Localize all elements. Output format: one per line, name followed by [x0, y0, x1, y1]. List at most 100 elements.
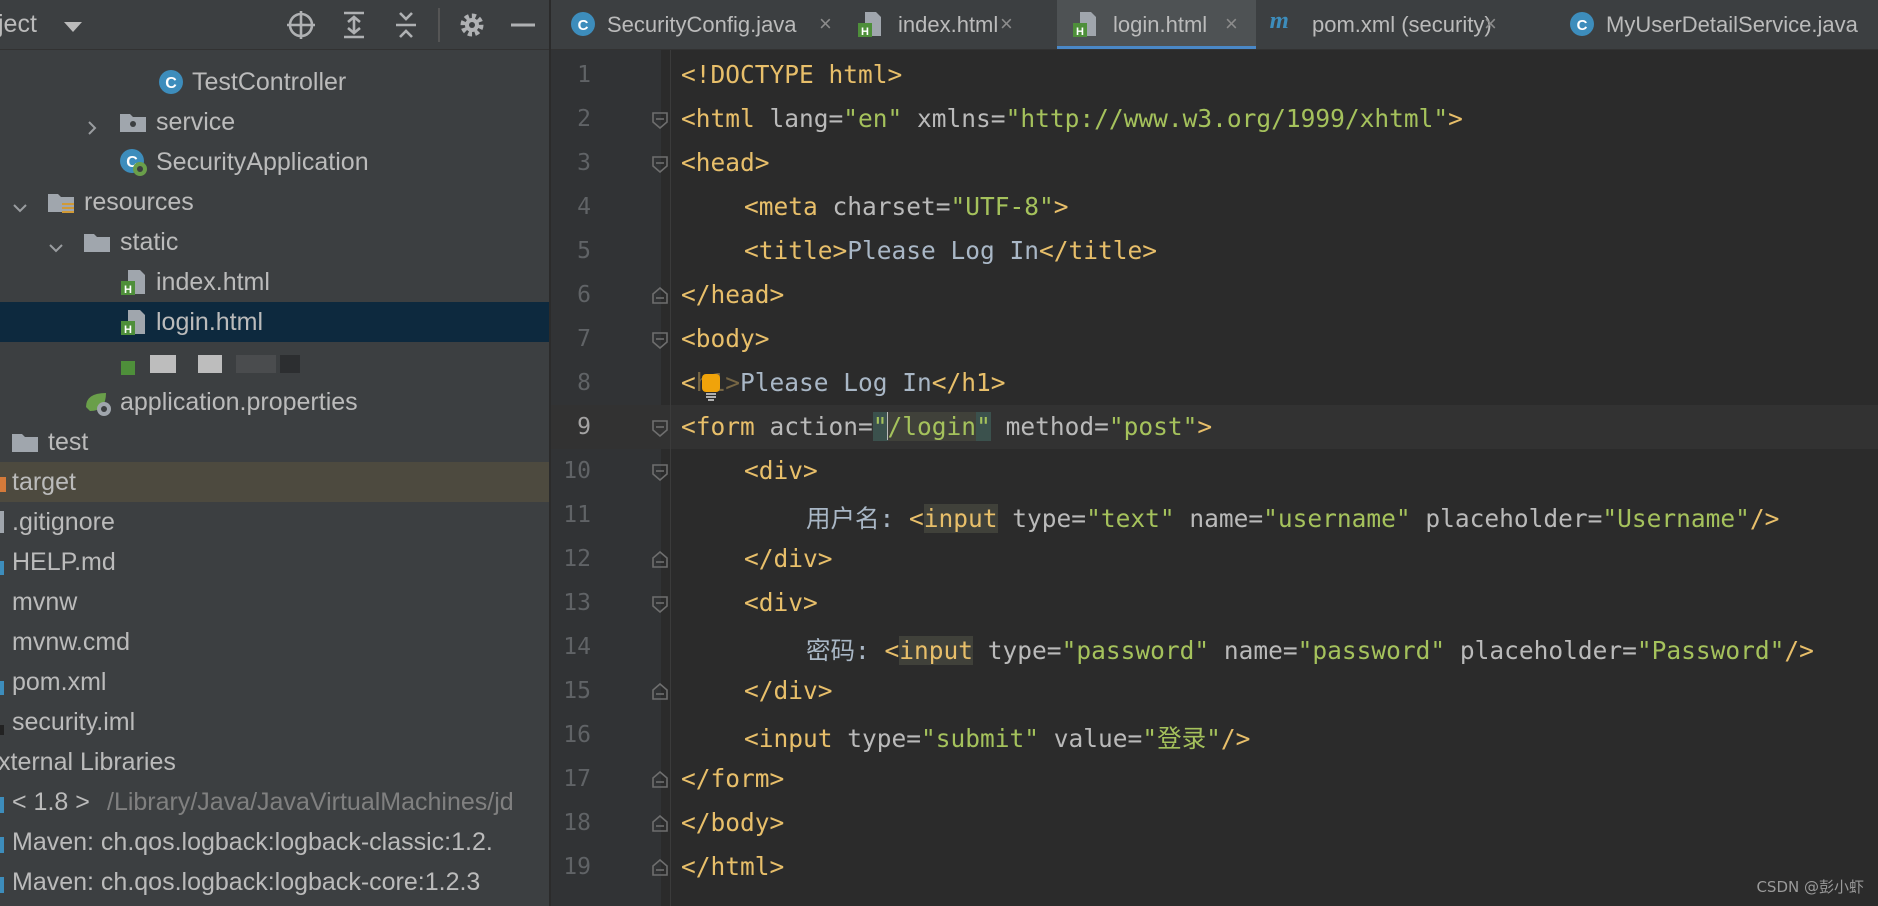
gear-icon[interactable] [456, 9, 488, 41]
code-line-11[interactable]: 用户名: <input type="text" name="username" … [806, 500, 1779, 535]
tree-item-mvnw[interactable]: mvnw [0, 582, 549, 622]
chevron-down-icon[interactable] [64, 22, 82, 32]
tree-item-gitignore[interactable]: .gitignore [0, 502, 549, 542]
resources-folder-icon [46, 187, 76, 217]
tag-name: input [923, 504, 998, 533]
fold-close-icon[interactable] [651, 550, 669, 569]
package-folder-icon [118, 107, 148, 137]
code-line-16[interactable]: <input type="submit" value="登录"/> [744, 720, 1250, 755]
redacted-text [236, 355, 276, 373]
code-line-10[interactable]: <div> [744, 456, 818, 485]
tree-item-securityapplication[interactable]: C SecurityApplication [0, 142, 549, 182]
tree-item-label: pom.xml [12, 668, 107, 696]
tree-item-label: Maven: ch.qos.logback:logback-core:1.2.3 [12, 868, 481, 896]
tag: </form> [681, 764, 785, 793]
tree-item-login-html[interactable]: H login.html [0, 302, 549, 342]
fold-close-icon[interactable] [651, 682, 669, 701]
code-line-3[interactable]: <head> [681, 148, 770, 177]
tree-item-logback-core[interactable]: Maven: ch.qos.logback:logback-core:1.2.3 [0, 862, 549, 902]
tree-item-redacted[interactable] [0, 342, 549, 382]
attr-name: lang= [754, 104, 844, 133]
tree-item-label: HELP.md [12, 548, 116, 576]
close-icon[interactable]: × [1484, 11, 1497, 37]
fold-open-icon[interactable] [651, 331, 669, 350]
tree-item-service[interactable]: service [0, 102, 549, 142]
code-line-15[interactable]: </div> [744, 676, 833, 705]
tree-item-mvnw-cmd[interactable]: mvnw.cmd [0, 622, 549, 662]
close-icon[interactable]: × [1225, 11, 1238, 37]
tree-item-logback-classic[interactable]: Maven: ch.qos.logback:logback-classic:1.… [0, 822, 549, 862]
doctype-decl: <!DOCTYPE html> [681, 60, 903, 89]
tree-item-resources[interactable]: resources [0, 182, 549, 222]
fold-open-icon[interactable] [651, 111, 669, 130]
code-line-8[interactable]: <h1>Please Log In</h1> [681, 368, 1006, 397]
tree-item-test[interactable]: test [0, 422, 549, 462]
code-line-14[interactable]: 密码: <input type="password" name="passwor… [806, 632, 1814, 667]
tree-item-static[interactable]: static [0, 222, 549, 262]
tag-close: /> [1220, 724, 1251, 753]
code-line-6[interactable]: </head> [681, 280, 784, 309]
tab-index-html[interactable]: H index.html × [842, 0, 1022, 49]
folder-icon [10, 427, 40, 457]
tree-item-security-iml[interactable]: security.iml [0, 702, 549, 742]
collapse-all-icon[interactable] [390, 9, 422, 41]
lightbulb-icon[interactable] [699, 372, 723, 402]
tab-securityconfig-java[interactable]: C SecurityConfig.java × [551, 0, 842, 49]
tree-item-testcontroller[interactable]: C TestController [0, 62, 549, 102]
tree-item-label: login.html [156, 308, 263, 336]
fold-close-icon[interactable] [651, 858, 669, 877]
code-line-7[interactable]: <body> [681, 324, 770, 353]
chevron-down-icon[interactable] [48, 234, 64, 253]
close-icon[interactable]: × [1000, 11, 1013, 37]
tab-pom-xml[interactable]: m pom.xml (security) × [1256, 0, 1506, 49]
fold-close-icon[interactable] [651, 770, 669, 789]
code-line-9[interactable]: <form action="/login" method="post"> [681, 412, 1212, 441]
tree-item-label: target [12, 468, 76, 496]
locate-icon[interactable] [285, 9, 317, 41]
code-line-12[interactable]: </div> [744, 544, 833, 573]
tag: </div> [744, 676, 833, 705]
fold-open-icon[interactable] [651, 155, 669, 174]
attr-value-quote: " [872, 412, 888, 441]
chevron-down-icon[interactable] [12, 194, 28, 213]
code-line-5[interactable]: <title>Please Log In</title> [744, 236, 1157, 265]
folder-icon [82, 227, 112, 257]
code-line-13[interactable]: <div> [744, 588, 818, 617]
attr-value: "password" [1061, 636, 1210, 665]
tab-login-html[interactable]: H login.html × [1057, 0, 1256, 49]
code-line-19[interactable]: </html> [681, 852, 784, 881]
indent-guide [670, 50, 671, 906]
tag-close: </h1> [931, 368, 1006, 397]
code-line-18[interactable]: </body> [681, 808, 784, 837]
fold-open-icon[interactable] [651, 419, 669, 438]
tab-myuserdetailservice-java[interactable]: C MyUserDetailService.java [1556, 0, 1878, 49]
toolbar-divider [438, 8, 440, 42]
tab-label: SecurityConfig.java [607, 12, 797, 37]
fold-close-icon[interactable] [651, 286, 669, 305]
hide-icon[interactable] [507, 9, 539, 41]
tree-item-help-md[interactable]: HELP.md [0, 542, 549, 582]
project-view-title[interactable]: ject [0, 10, 37, 39]
fold-close-icon[interactable] [651, 814, 669, 833]
tag-open: <meta [744, 192, 818, 221]
tree-item-pom-xml[interactable]: pom.xml [0, 662, 549, 702]
tree-item-jdk[interactable]: < 1.8 > /Library/Java/JavaVirtualMachine… [0, 782, 549, 822]
tree-item-external-libraries[interactable]: xternal Libraries [0, 742, 549, 782]
fold-open-icon[interactable] [651, 463, 669, 482]
tree-item-label: SecurityApplication [156, 148, 369, 176]
code-line-4[interactable]: <meta charset="UTF-8"> [744, 192, 1069, 221]
line-number: 12 [563, 546, 591, 572]
svg-text:C: C [165, 75, 177, 92]
tree-item-application-properties[interactable]: application.properties [0, 382, 549, 422]
tag-name: input [899, 636, 974, 665]
tree-item-target[interactable]: target [0, 462, 549, 502]
expand-all-icon[interactable] [338, 9, 370, 41]
code-line-17[interactable]: </form> [681, 764, 784, 793]
close-icon[interactable]: × [819, 11, 832, 37]
code-line-1[interactable]: <!DOCTYPE html> [681, 60, 902, 89]
tree-item-index-html[interactable]: H index.html [0, 262, 549, 302]
chevron-right-icon[interactable] [84, 114, 100, 135]
fold-open-icon[interactable] [651, 595, 669, 614]
spring-boot-app-icon: C [118, 147, 148, 177]
code-line-2[interactable]: <html lang="en" xmlns="http://www.w3.org… [681, 104, 1463, 133]
